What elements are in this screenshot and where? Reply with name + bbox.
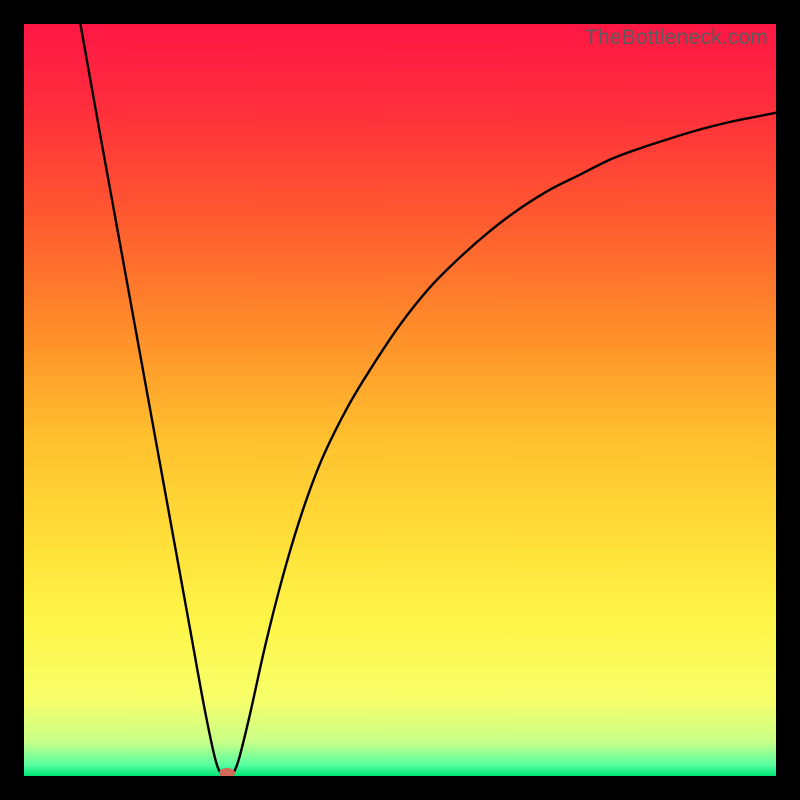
bottleneck-chart: [24, 24, 776, 776]
gradient-background: [24, 24, 776, 776]
watermark-label: TheBottleneck.com: [585, 26, 768, 50]
chart-frame: TheBottleneck.com: [24, 24, 776, 776]
